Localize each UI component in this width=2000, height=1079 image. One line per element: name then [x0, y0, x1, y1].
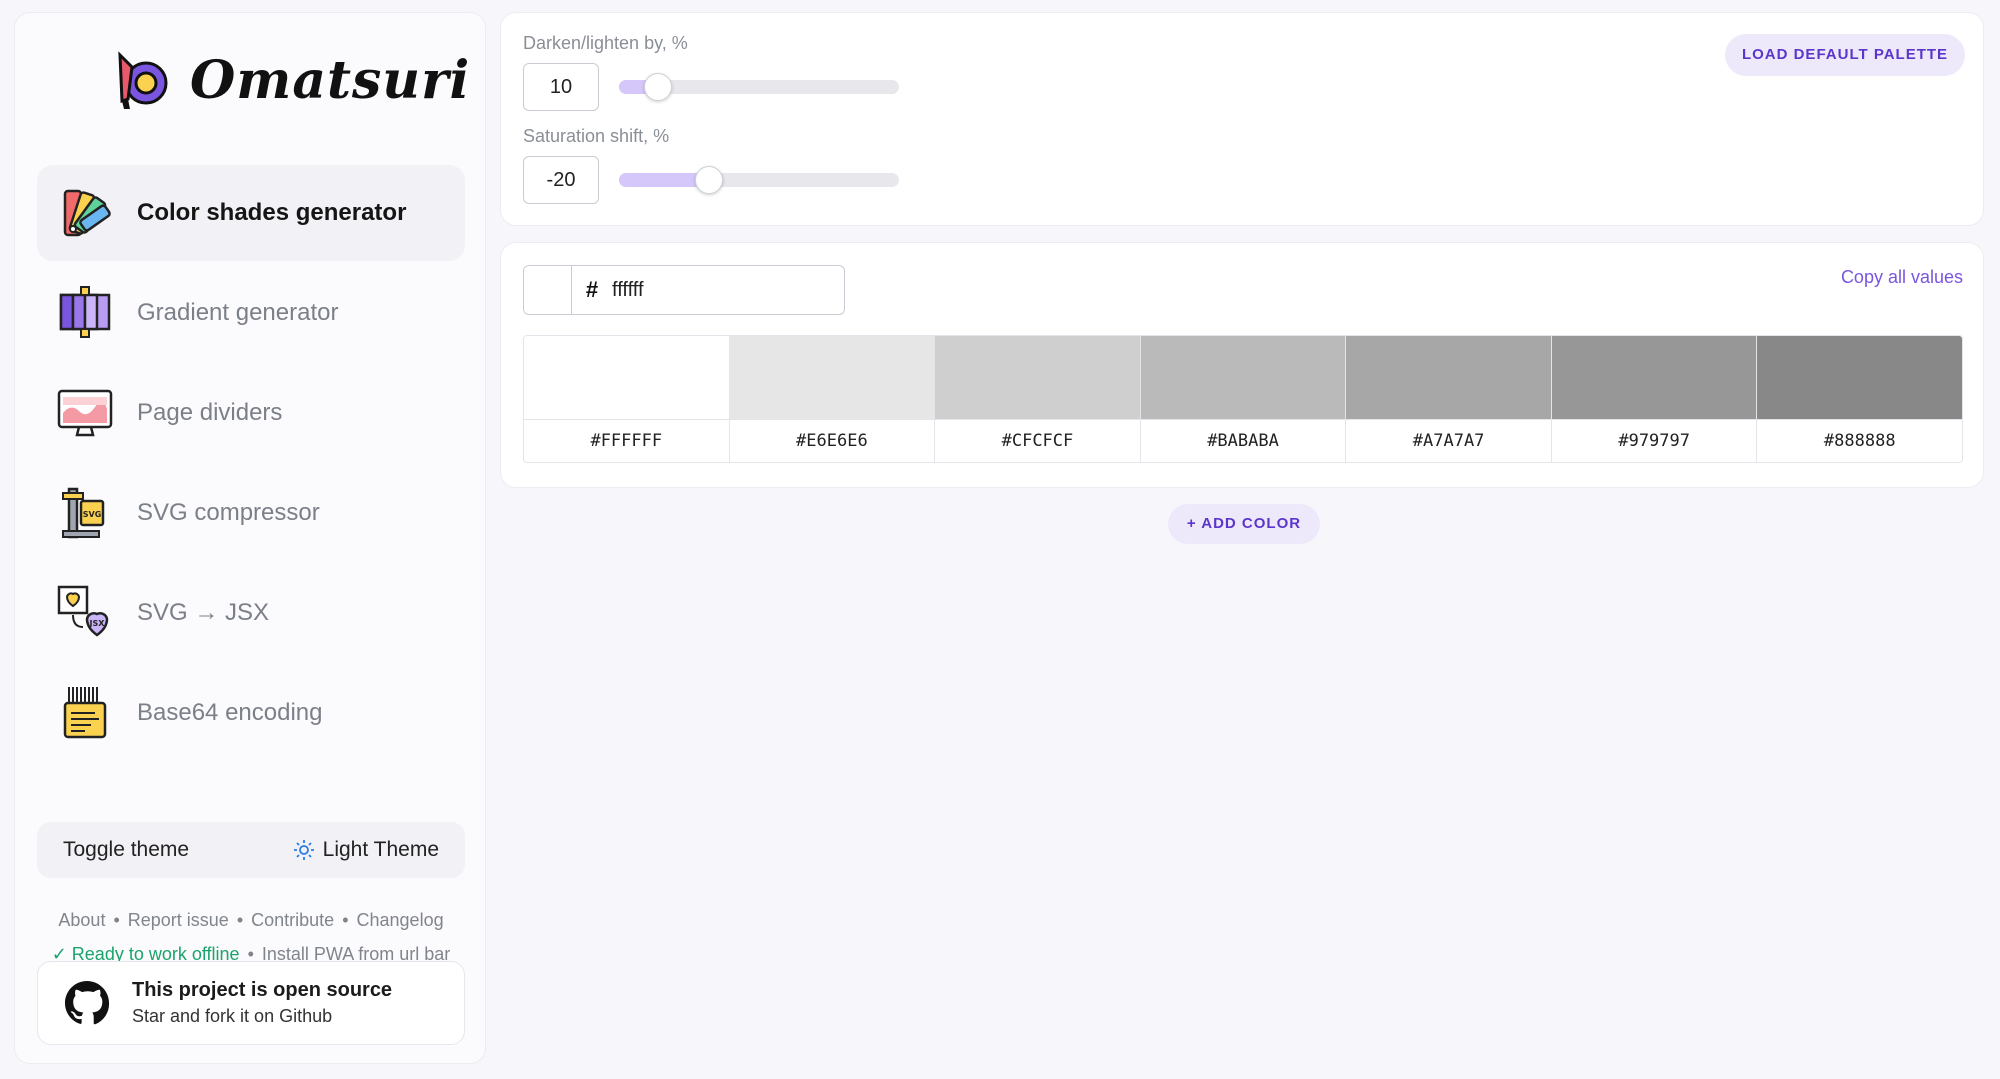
nav-label: SVG → JSX: [137, 599, 270, 626]
monitor-wave-icon: [57, 389, 113, 437]
sun-icon: [293, 840, 314, 860]
darken-input[interactable]: 10: [523, 63, 599, 111]
omatsuri-logo-icon: [118, 51, 168, 109]
barcode-note-icon: [63, 687, 107, 739]
theme-toggle[interactable]: Toggle theme Light Theme: [37, 822, 465, 878]
shade-cell[interactable]: #979797: [1551, 336, 1758, 462]
shade-hex: #BABABA: [1207, 431, 1279, 451]
svg-text:SVG: SVG: [83, 510, 102, 519]
report-issue-link[interactable]: Report issue: [128, 910, 229, 930]
shade-cell[interactable]: #E6E6E6: [729, 336, 936, 462]
load-default-palette-button[interactable]: LOAD DEFAULT PALETTE: [1725, 34, 1965, 76]
darken-label: Darken/lighten by, %: [523, 33, 688, 53]
svg-text:JSX: JSX: [89, 619, 106, 628]
nav-label: Gradient generator: [137, 299, 339, 326]
color-preview-swatch[interactable]: [524, 266, 572, 314]
hex-input-value[interactable]: ffffff: [612, 266, 644, 314]
nav-item-page-dividers[interactable]: Page dividers: [37, 365, 465, 461]
shades-row: #FFFFFF #E6E6E6 #CFCFCF #BABABA #A7A7A7 …: [523, 335, 1963, 463]
shade-swatch: [935, 336, 1140, 420]
saturation-slider[interactable]: [619, 166, 899, 194]
tool-nav: Color shades generator Gradient generato…: [37, 165, 465, 765]
shade-cell[interactable]: #CFCFCF: [935, 336, 1141, 462]
add-color-button[interactable]: + ADD COLOR: [1168, 504, 1320, 544]
nav-label: Color shades generator: [137, 199, 407, 226]
saturation-slider-thumb[interactable]: [694, 166, 723, 194]
shade-swatch: [729, 336, 935, 420]
brand-name: Omatsuri: [190, 49, 471, 111]
saturation-input[interactable]: -20: [523, 156, 599, 204]
hash-symbol: #: [585, 277, 599, 302]
darken-slider[interactable]: [619, 73, 899, 101]
github-card-subtitle: Star and fork it on Github: [132, 1006, 333, 1026]
about-link[interactable]: About: [58, 910, 105, 930]
shade-swatch: [1140, 336, 1346, 420]
shade-hex: #CFCFCF: [1001, 431, 1074, 451]
shade-swatch: [1346, 336, 1551, 420]
nav-label: Base64 encoding: [137, 699, 323, 726]
github-icon: [64, 980, 110, 1025]
settings-panel: Darken/lighten by, % 10 Saturation shift…: [500, 12, 1984, 226]
shade-hex: #888888: [1823, 431, 1896, 451]
shade-hex: #A7A7A7: [1412, 431, 1485, 451]
nav-item-color-shades[interactable]: Color shades generator: [37, 165, 465, 261]
darken-slider-thumb[interactable]: [644, 73, 673, 101]
sidebar: Omatsuri Color shades generator Gradient…: [14, 12, 486, 1064]
shade-hex: #979797: [1618, 431, 1690, 451]
shade-swatch: [1551, 336, 1757, 420]
shade-hex: #E6E6E6: [796, 431, 868, 451]
saturation-label: Saturation shift, %: [523, 126, 670, 146]
github-card-title: This project is open source: [132, 979, 393, 1001]
svg-vise-icon: SVG: [62, 487, 105, 539]
color-panel: # ffffff Copy all values #FFFFFF #E6E6E6…: [500, 242, 1984, 488]
shade-hex: #FFFFFF: [590, 431, 663, 451]
github-card-text: This project is open source Star and for…: [132, 979, 392, 1027]
shade-swatch: [1757, 336, 1962, 420]
contribute-link[interactable]: Contribute: [251, 910, 334, 930]
shade-cell[interactable]: #FFFFFF: [524, 336, 730, 462]
separator-dot: •: [342, 910, 349, 930]
changelog-link[interactable]: Changelog: [357, 910, 444, 930]
shade-cell[interactable]: #A7A7A7: [1346, 336, 1552, 462]
copy-all-values-link[interactable]: Copy all values: [1841, 267, 1963, 288]
separator-dot: •: [113, 910, 120, 930]
theme-value-label: Light Theme: [322, 838, 439, 861]
heart-jsx-icon: JSX: [57, 585, 109, 637]
nav-item-svg-to-jsx[interactable]: JSX SVG → JSX: [37, 565, 465, 661]
nav-item-svg-compressor[interactable]: SVG SVG compressor: [37, 465, 465, 561]
theme-toggle-label: Toggle theme: [63, 838, 190, 861]
swatch-fan-icon: [63, 189, 111, 237]
gradient-panel-icon: [59, 286, 111, 338]
shade-swatch: [524, 336, 729, 420]
separator-dot: •: [236, 910, 244, 930]
nav-label: SVG compressor: [137, 499, 320, 526]
nav-label: Page dividers: [137, 399, 283, 426]
shade-cell[interactable]: #BABABA: [1140, 336, 1347, 462]
github-card[interactable]: This project is open source Star and for…: [37, 961, 465, 1045]
hex-input-field[interactable]: # ffffff: [523, 265, 845, 315]
nav-item-base64[interactable]: Base64 encoding: [37, 665, 465, 761]
brand-logo[interactable]: Omatsuri: [110, 35, 470, 125]
nav-item-gradient-generator[interactable]: Gradient generator: [37, 265, 465, 361]
shade-cell[interactable]: #888888: [1757, 336, 1962, 462]
theme-value: Light Theme: [293, 838, 439, 862]
